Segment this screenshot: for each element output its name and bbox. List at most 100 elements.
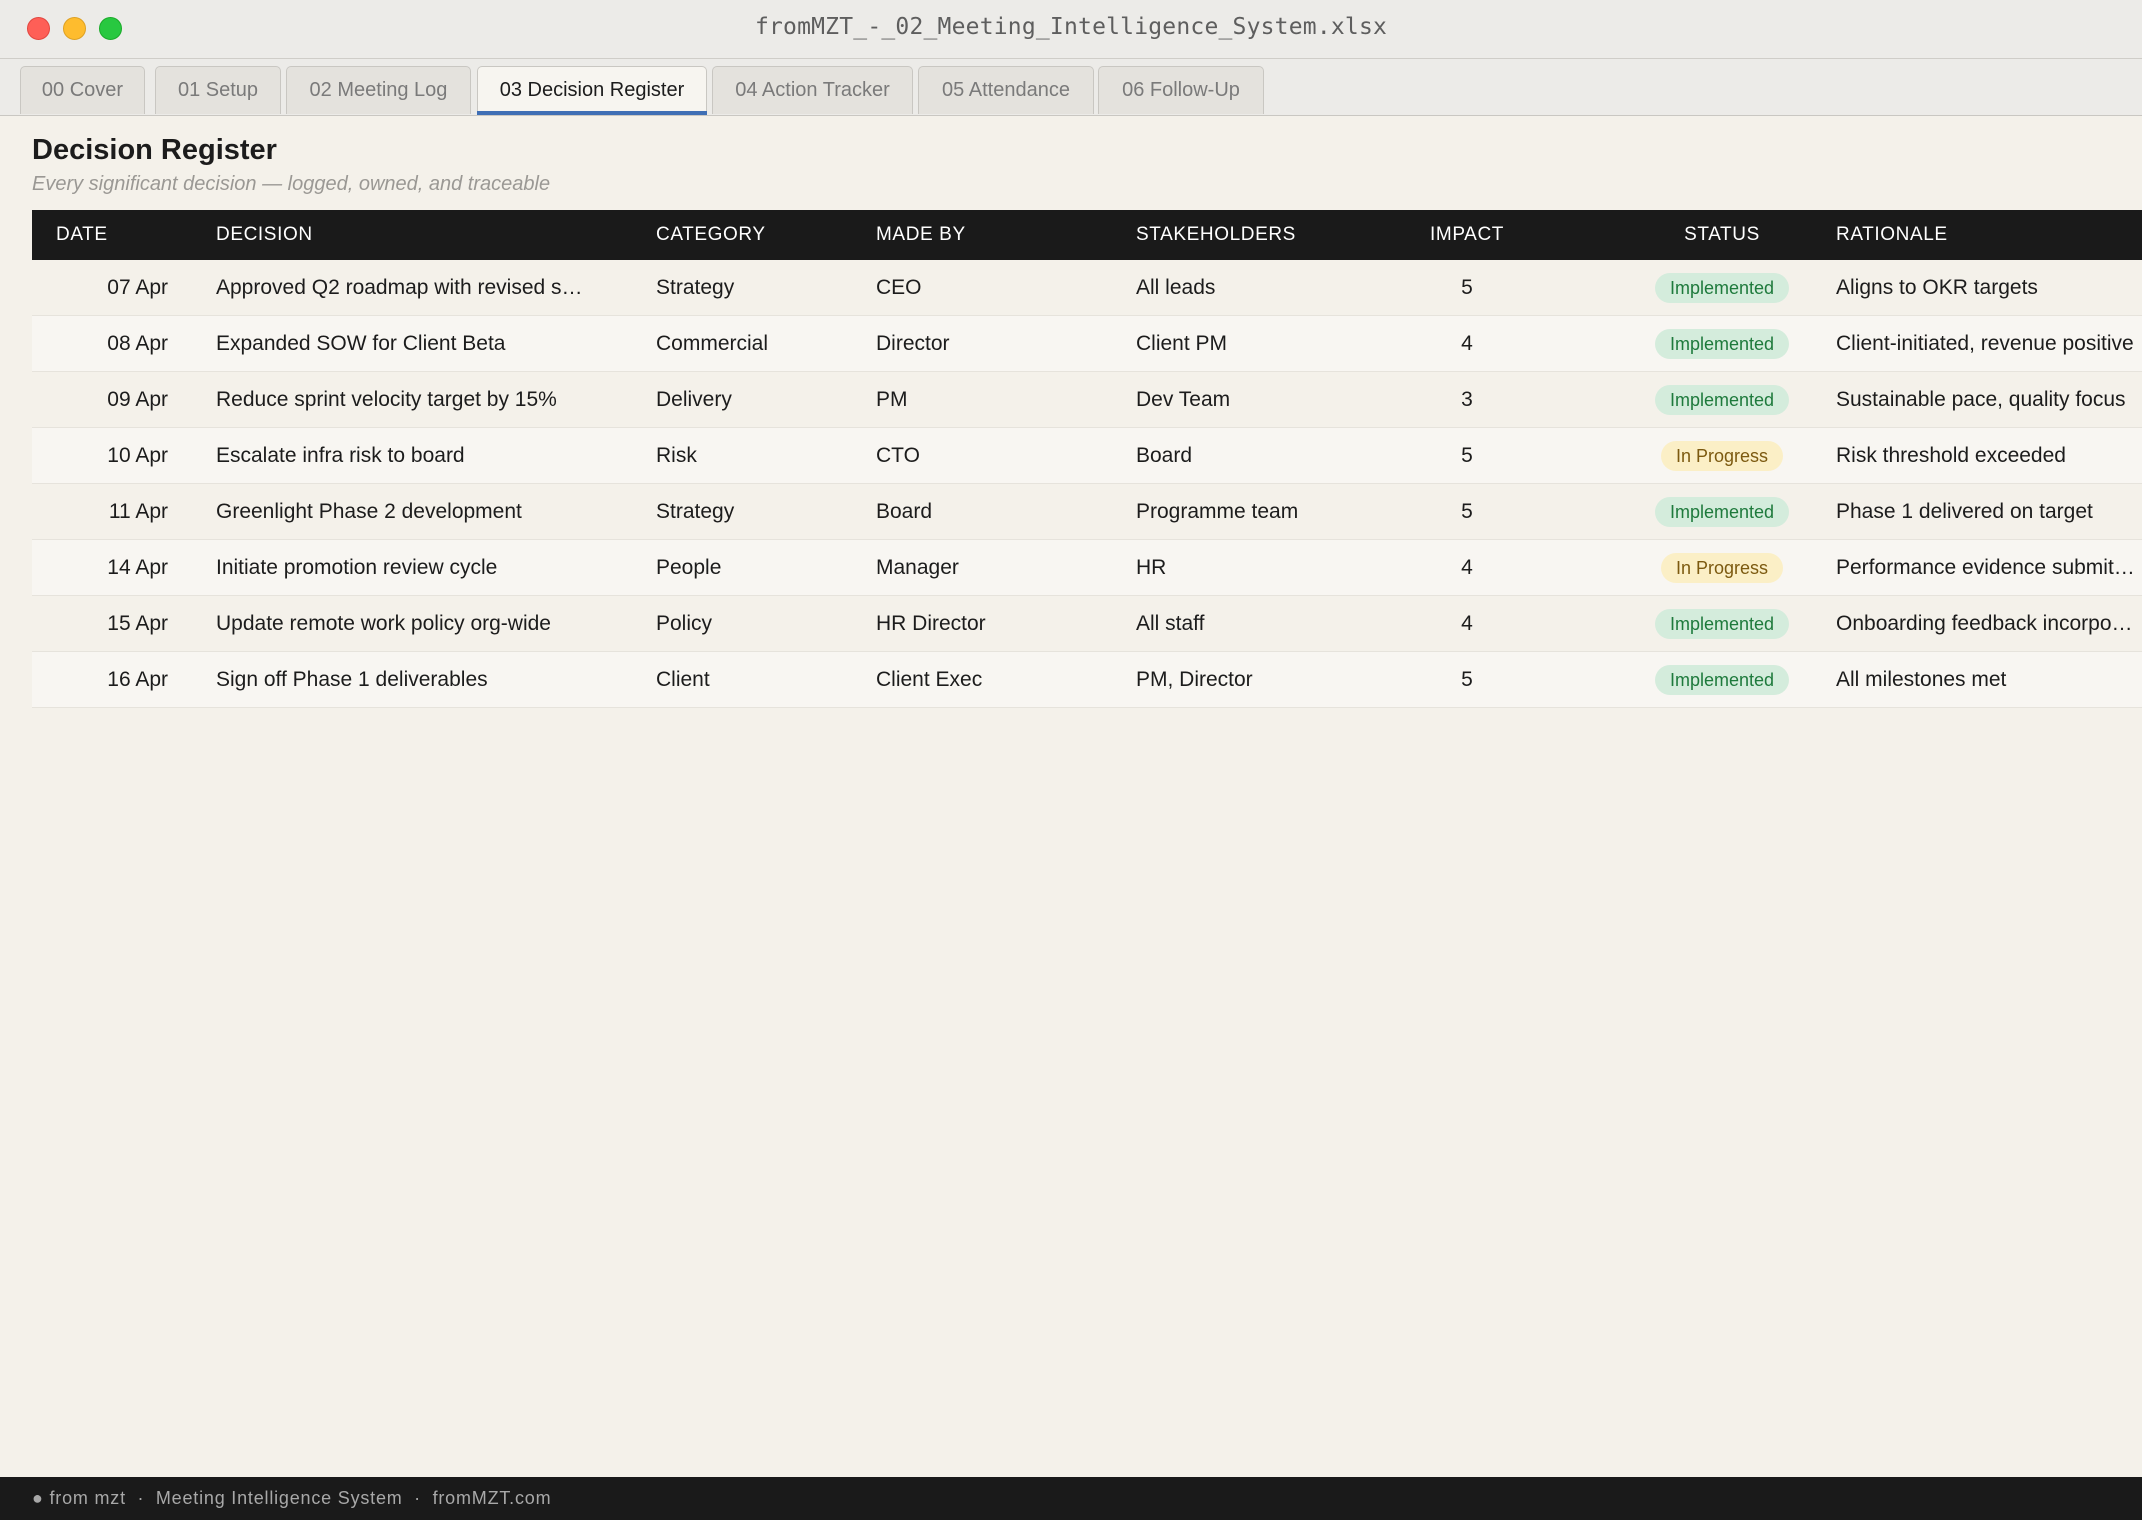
- date-cell[interactable]: 14 Apr: [32, 540, 168, 595]
- rationale-cell[interactable]: Performance evidence submit…: [1836, 540, 2142, 595]
- table-row[interactable]: 08 Apr Expanded SOW for Client Beta Comm…: [32, 316, 2142, 372]
- tab-02-meeting-log[interactable]: 02 Meeting Log: [286, 66, 471, 114]
- table-row[interactable]: 11 Apr Greenlight Phase 2 development St…: [32, 484, 2142, 540]
- stakeholders-cell[interactable]: HR: [1136, 540, 1396, 595]
- impact-cell[interactable]: 4: [1392, 316, 1542, 371]
- table-row[interactable]: 16 Apr Sign off Phase 1 deliverables Cli…: [32, 652, 2142, 708]
- tab-03-decision-register[interactable]: 03 Decision Register: [477, 66, 707, 115]
- date-cell[interactable]: 10 Apr: [32, 428, 168, 483]
- category-cell[interactable]: Strategy: [656, 260, 856, 315]
- decision-cell[interactable]: Sign off Phase 1 deliverables: [216, 652, 606, 707]
- rationale-cell[interactable]: Risk threshold exceeded: [1836, 428, 2142, 483]
- decision-cell[interactable]: Reduce sprint velocity target by 15%: [216, 372, 606, 427]
- decision-cell[interactable]: Escalate infra risk to board: [216, 428, 606, 483]
- rationale-cell[interactable]: Client-initiated, revenue positive: [1836, 316, 2142, 371]
- status-badge: Implemented: [1654, 665, 1790, 696]
- rationale-cell[interactable]: All milestones met: [1836, 652, 2142, 707]
- column-header-impact[interactable]: IMPACT: [1392, 210, 1542, 260]
- footer-bar: ● from mzt · Meeting Intelligence System…: [0, 1477, 2142, 1520]
- stakeholders-cell[interactable]: Dev Team: [1136, 372, 1396, 427]
- stakeholders-cell[interactable]: All staff: [1136, 596, 1396, 651]
- status-cell[interactable]: Implemented: [1582, 372, 1862, 427]
- status-cell[interactable]: In Progress: [1582, 540, 1862, 595]
- status-cell[interactable]: In Progress: [1582, 428, 1862, 483]
- stakeholders-cell[interactable]: PM, Director: [1136, 652, 1396, 707]
- date-cell[interactable]: 07 Apr: [32, 260, 168, 315]
- impact-cell[interactable]: 4: [1392, 540, 1542, 595]
- impact-cell[interactable]: 5: [1392, 260, 1542, 315]
- stakeholders-cell[interactable]: Client PM: [1136, 316, 1396, 371]
- category-cell[interactable]: Strategy: [656, 484, 856, 539]
- status-badge: Implemented: [1654, 273, 1790, 304]
- status-cell[interactable]: Implemented: [1582, 652, 1862, 707]
- category-cell[interactable]: Risk: [656, 428, 856, 483]
- status-cell[interactable]: Implemented: [1582, 484, 1862, 539]
- rationale-cell[interactable]: Sustainable pace, quality focus: [1836, 372, 2142, 427]
- table-row[interactable]: 10 Apr Escalate infra risk to board Risk…: [32, 428, 2142, 484]
- window-title: fromMZT_-_02_Meeting_Intelligence_System…: [754, 14, 1388, 40]
- table-header-row: DATE DECISION CATEGORY MADE BY STAKEHOLD…: [32, 210, 2142, 260]
- column-header-stakeholders[interactable]: STAKEHOLDERS: [1136, 210, 1396, 260]
- category-cell[interactable]: Commercial: [656, 316, 856, 371]
- category-cell[interactable]: Delivery: [656, 372, 856, 427]
- column-header-date[interactable]: DATE: [56, 210, 176, 260]
- tab-04-action-tracker[interactable]: 04 Action Tracker: [712, 66, 913, 114]
- rationale-cell[interactable]: Phase 1 delivered on target: [1836, 484, 2142, 539]
- status-badge: Implemented: [1654, 497, 1790, 528]
- status-badge: Implemented: [1654, 329, 1790, 360]
- impact-cell[interactable]: 5: [1392, 484, 1542, 539]
- made-by-cell[interactable]: Manager: [876, 540, 1116, 595]
- status-badge: Implemented: [1654, 609, 1790, 640]
- column-header-status[interactable]: STATUS: [1582, 210, 1862, 260]
- status-badge: In Progress: [1660, 553, 1784, 584]
- decision-cell[interactable]: Expanded SOW for Client Beta: [216, 316, 606, 371]
- rationale-cell[interactable]: Aligns to OKR targets: [1836, 260, 2142, 315]
- tab-06-follow-up[interactable]: 06 Follow-Up: [1098, 66, 1264, 114]
- made-by-cell[interactable]: PM: [876, 372, 1116, 427]
- page-title: Decision Register: [32, 134, 277, 166]
- made-by-cell[interactable]: Director: [876, 316, 1116, 371]
- status-cell[interactable]: Implemented: [1582, 596, 1862, 651]
- status-cell[interactable]: Implemented: [1582, 316, 1862, 371]
- sheet-tab-bar: 00 Cover 01 Setup 02 Meeting Log 03 Deci…: [0, 59, 2142, 116]
- tab-00-cover[interactable]: 00 Cover: [20, 66, 145, 114]
- decision-cell[interactable]: Initiate promotion review cycle: [216, 540, 606, 595]
- page-subtitle: Every significant decision — logged, own…: [32, 173, 551, 195]
- column-header-rationale[interactable]: RATIONALE: [1836, 210, 2142, 260]
- impact-cell[interactable]: 3: [1392, 372, 1542, 427]
- stakeholders-cell[interactable]: All leads: [1136, 260, 1396, 315]
- made-by-cell[interactable]: CEO: [876, 260, 1116, 315]
- made-by-cell[interactable]: Client Exec: [876, 652, 1116, 707]
- date-cell[interactable]: 16 Apr: [32, 652, 168, 707]
- made-by-cell[interactable]: HR Director: [876, 596, 1116, 651]
- tab-01-setup[interactable]: 01 Setup: [155, 66, 281, 114]
- stakeholders-cell[interactable]: Programme team: [1136, 484, 1396, 539]
- column-header-made-by[interactable]: MADE BY: [876, 210, 1116, 260]
- column-header-decision[interactable]: DECISION: [216, 210, 606, 260]
- category-cell[interactable]: People: [656, 540, 856, 595]
- status-badge: In Progress: [1660, 441, 1784, 472]
- impact-cell[interactable]: 5: [1392, 428, 1542, 483]
- table-row[interactable]: 14 Apr Initiate promotion review cycle P…: [32, 540, 2142, 596]
- decision-cell[interactable]: Approved Q2 roadmap with revised s…: [216, 260, 606, 315]
- made-by-cell[interactable]: Board: [876, 484, 1116, 539]
- stakeholders-cell[interactable]: Board: [1136, 428, 1396, 483]
- table-row[interactable]: 15 Apr Update remote work policy org-wid…: [32, 596, 2142, 652]
- impact-cell[interactable]: 5: [1392, 652, 1542, 707]
- decision-cell[interactable]: Update remote work policy org-wide: [216, 596, 606, 651]
- date-cell[interactable]: 09 Apr: [32, 372, 168, 427]
- impact-cell[interactable]: 4: [1392, 596, 1542, 651]
- table-row[interactable]: 07 Apr Approved Q2 roadmap with revised …: [32, 260, 2142, 316]
- category-cell[interactable]: Client: [656, 652, 856, 707]
- rationale-cell[interactable]: Onboarding feedback incorpo…: [1836, 596, 2142, 651]
- category-cell[interactable]: Policy: [656, 596, 856, 651]
- table-row[interactable]: 09 Apr Reduce sprint velocity target by …: [32, 372, 2142, 428]
- status-cell[interactable]: Implemented: [1582, 260, 1862, 315]
- date-cell[interactable]: 15 Apr: [32, 596, 168, 651]
- decision-cell[interactable]: Greenlight Phase 2 development: [216, 484, 606, 539]
- tab-05-attendance[interactable]: 05 Attendance: [918, 66, 1094, 114]
- column-header-category[interactable]: CATEGORY: [656, 210, 856, 260]
- made-by-cell[interactable]: CTO: [876, 428, 1116, 483]
- date-cell[interactable]: 11 Apr: [32, 484, 168, 539]
- date-cell[interactable]: 08 Apr: [32, 316, 168, 371]
